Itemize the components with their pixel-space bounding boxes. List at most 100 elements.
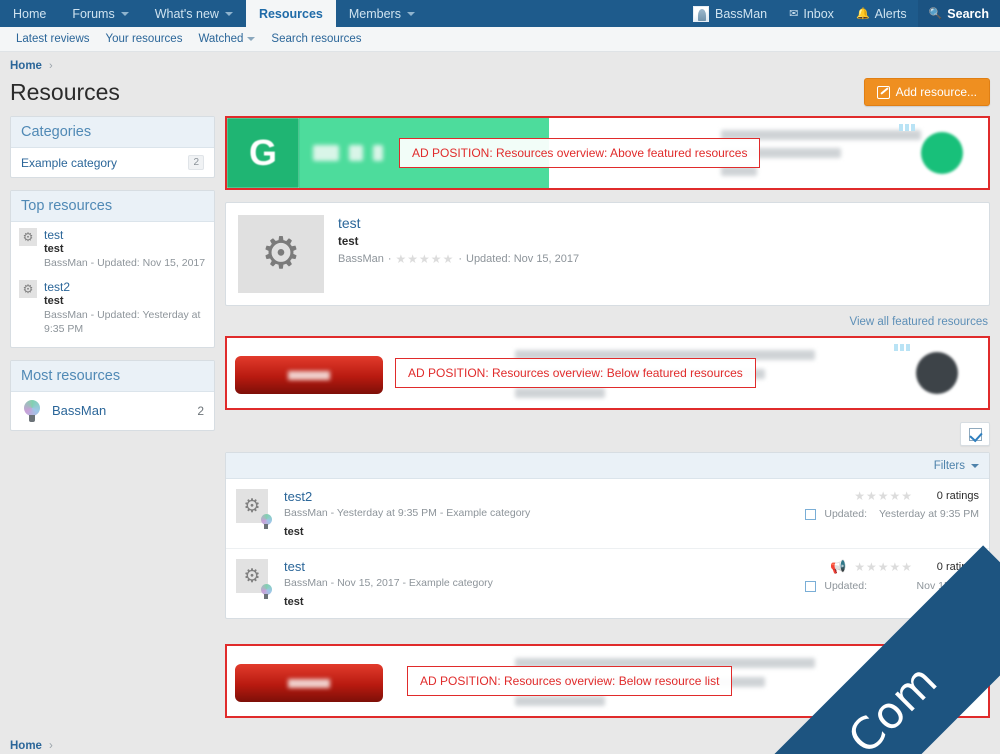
ad-position-label: AD POSITION: Resources overview: Below f… (395, 358, 756, 388)
search-icon: 🔍 (928, 8, 943, 20)
nav-item-inbox[interactable]: ✉ Inbox (778, 0, 845, 27)
ratings-count: 0 ratings (936, 561, 979, 573)
resource-title[interactable]: test (284, 559, 737, 574)
ratings-count: 0 ratings (936, 490, 979, 502)
footer-breadcrumb-home[interactable]: Home (10, 740, 42, 752)
breadcrumb-separator-icon: › (48, 60, 53, 72)
table-row[interactable]: ⚙ test2 BassMan - Yesterday at 9:35 PM -… (226, 479, 989, 549)
most-resources-block: Most resources BassMan 2 (10, 359, 215, 431)
resource-title[interactable]: test2 (284, 489, 737, 504)
subnav-item-latest-reviews[interactable]: Latest reviews (8, 33, 98, 45)
list-item[interactable]: ⚙ test test BassMan - Updated: Nov 15, 2… (11, 222, 214, 274)
watch-toolbar (225, 422, 990, 446)
subnav-item-search-resources[interactable]: Search resources (263, 33, 369, 45)
ad-position-label: AD POSITION: Resources overview: Above f… (399, 138, 761, 168)
sidebar-item-example-category[interactable]: Example category 2 (11, 148, 214, 177)
ad-blur-block (313, 145, 339, 161)
resource-title[interactable]: test2 (44, 280, 206, 294)
featured-resource-title[interactable]: test (338, 215, 579, 231)
user-nav: BassMan ✉ Inbox 🔔 Alerts 🔍 Search (682, 0, 1000, 27)
ad-brand-icon: G (227, 118, 299, 188)
rating-row: 📢 ★★★★★ 0 ratings (749, 559, 979, 575)
nav-label: What's new (154, 6, 219, 21)
ad-slot-above-featured[interactable]: G AD POSITION: Resources overview: Above… (225, 116, 990, 190)
ad-slot-below-list[interactable]: AD POSITION: Resources overview: Below r… (225, 644, 990, 718)
user-resource-count: 2 (197, 403, 204, 418)
ad-red-button-art (235, 356, 383, 394)
select-row-checkbox[interactable] (805, 508, 817, 520)
star-rating[interactable]: ★★★★★ (396, 252, 455, 266)
main-navbar: Home Forums What's new Resources Members… (0, 0, 1000, 27)
nav-item-account[interactable]: BassMan (682, 0, 778, 27)
updated-value: Yesterday at 9:35 PM (878, 508, 979, 520)
table-row[interactable]: ⚙ test BassMan - Nov 15, 2017 - Example … (226, 549, 989, 618)
chevron-down-icon (406, 11, 415, 16)
table-row-stats: 📢 ★★★★★ 0 ratings Updated: Nov 15, 2017 (749, 559, 979, 608)
account-name: BassMan (715, 6, 768, 21)
subnav-item-watched[interactable]: Watched (190, 33, 263, 45)
resource-desc: test (284, 596, 304, 608)
updated-row: Updated: Yesterday at 9:35 PM (749, 508, 979, 520)
subnav-item-your-resources[interactable]: Your resources (98, 33, 191, 45)
ad-choices-icon (894, 344, 910, 351)
add-resource-label: Add resource... (895, 85, 977, 99)
featured-updated: Updated: Nov 15, 2017 (466, 253, 580, 265)
nav-item-alerts[interactable]: 🔔 Alerts (845, 0, 918, 27)
view-all-featured-link[interactable]: View all featured resources (225, 310, 990, 336)
chevron-down-icon (247, 37, 256, 41)
nav-item-forums[interactable]: Forums (59, 0, 141, 27)
breadcrumb: Home › (0, 52, 1000, 76)
checkbox-checked-icon (968, 427, 982, 441)
resource-desc: test (284, 526, 304, 538)
featured-resource-row[interactable]: ⚙ test test BassMan · ★★★★★ · Updated: N… (226, 203, 989, 305)
main-content: G AD POSITION: Resources overview: Above… (225, 116, 990, 730)
user-name[interactable]: BassMan (52, 403, 106, 418)
resource-title[interactable]: test (44, 228, 205, 242)
updated-label: Updated: (824, 508, 867, 520)
table-row-stats: ★★★★★ 0 ratings Updated: Yesterday at 9:… (749, 489, 979, 538)
nav-label: Forums (72, 6, 115, 21)
watch-resources-button[interactable] (960, 422, 990, 446)
subnav-label: Your resources (105, 33, 183, 45)
table-row-main: test2 BassMan - Yesterday at 9:35 PM - E… (284, 489, 737, 538)
list-item[interactable]: ⚙ test2 test BassMan - Updated: Yesterda… (11, 274, 214, 340)
meta-separator: · (387, 253, 392, 265)
subnav-label: Search resources (271, 33, 362, 45)
nav-item-whats-new[interactable]: What's new (142, 0, 246, 27)
add-resource-button[interactable]: Add resource... (863, 78, 990, 106)
gear-icon: ⚙ (238, 215, 324, 293)
updated-row: Updated: Nov 15, 2017 (749, 580, 979, 592)
nav-label: Members (348, 6, 401, 21)
subnav-label: Latest reviews (16, 33, 90, 45)
rating-row: ★★★★★ 0 ratings (749, 489, 979, 503)
star-rating[interactable]: ★★★★★ (854, 560, 913, 574)
resource-desc: test (44, 295, 64, 308)
nav-item-search[interactable]: 🔍 Search (917, 0, 1000, 27)
resource-meta: BassMan - Nov 15, 2017 - Example categor… (284, 577, 493, 589)
resource-meta: BassMan - Updated: Nov 15, 2017 (44, 257, 206, 269)
nav-item-home[interactable]: Home (0, 0, 59, 27)
updated-label: Updated: (824, 580, 867, 592)
featured-resource-meta: BassMan · ★★★★★ · Updated: Nov 15, 2017 (338, 252, 579, 266)
categories-block: Categories Example category 2 (10, 116, 215, 178)
nav-item-resources[interactable]: Resources (245, 0, 336, 27)
list-item[interactable]: BassMan 2 (11, 392, 214, 430)
lightbulb-icon (260, 514, 274, 530)
pencil-icon (876, 85, 890, 99)
envelope-icon: ✉ (789, 8, 799, 20)
resource-meta: BassMan - Yesterday at 9:35 PM - Example… (284, 507, 531, 519)
star-rating[interactable]: ★★★★★ (854, 489, 913, 503)
breadcrumb-home[interactable]: Home (10, 60, 42, 72)
secondary-navbar: Latest reviews Your resources Watched Se… (0, 27, 1000, 52)
select-row-checkbox[interactable] (805, 580, 817, 592)
primary-nav: Home Forums What's new Resources Members (0, 0, 428, 27)
filters-button[interactable]: Filters (226, 453, 989, 479)
resource-icon: ⚙ (236, 489, 272, 529)
ad-slot-below-featured[interactable]: AD POSITION: Resources overview: Below f… (225, 336, 990, 410)
nav-item-members[interactable]: Members (336, 0, 428, 27)
categories-title: Categories (11, 117, 214, 148)
megaphone-icon: 📢 (830, 559, 847, 574)
resource-desc: test (44, 243, 64, 255)
page-header: Resources Add resource... (0, 76, 1000, 116)
top-resources-block: Top resources ⚙ test test BassMan - Upda… (10, 190, 215, 348)
